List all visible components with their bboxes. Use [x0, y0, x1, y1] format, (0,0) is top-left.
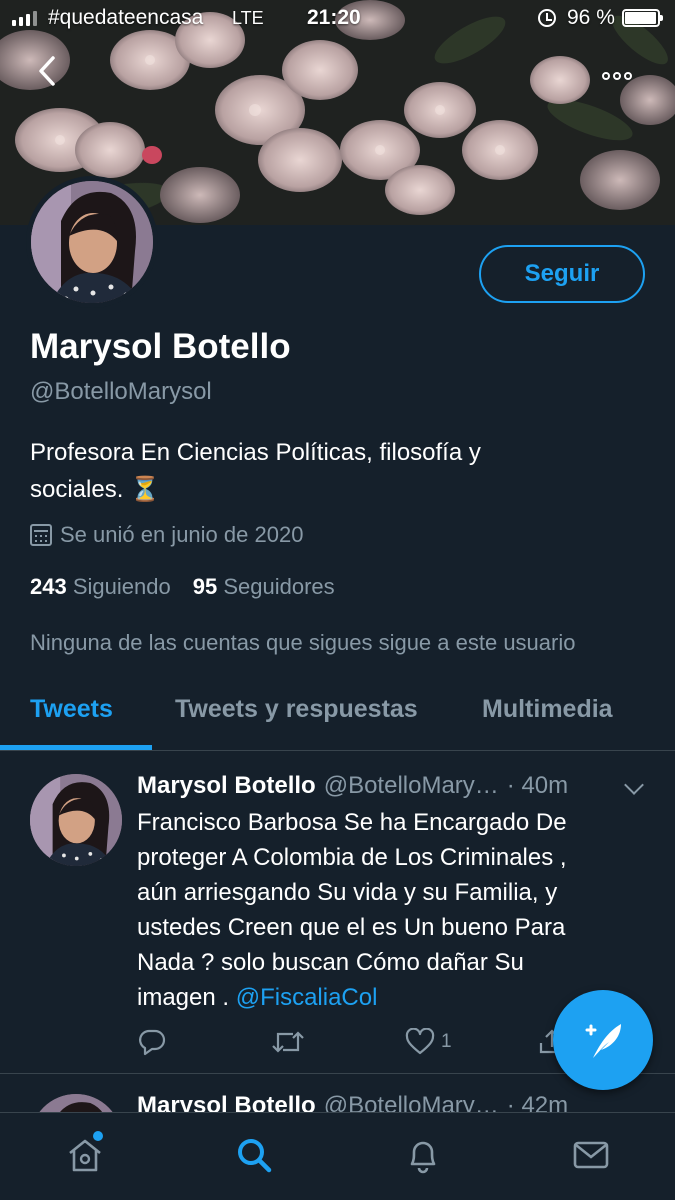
profile-bio: Profesora En Ciencias Políticas, filosof… [30, 434, 630, 508]
tweet-text-line: Francisco Barbosa Se ha Encargado De [137, 809, 567, 836]
calendar-icon [30, 524, 52, 546]
tweet-text-line: Nada ? solo buscan Cómo dañar Su [137, 949, 524, 976]
network-type: LTE [232, 8, 264, 28]
avatar-photo [30, 774, 122, 866]
tweet-mention-link[interactable]: @FiscaliaCol [236, 984, 378, 1011]
tweet-header: Marysol Botello @BotelloMary… · 40m [137, 772, 657, 800]
profile-avatar[interactable] [26, 176, 158, 308]
bottom-navigation [0, 1112, 675, 1200]
nav-search[interactable] [232, 1133, 276, 1177]
more-options-button[interactable] [594, 58, 640, 94]
battery-icon [622, 9, 663, 27]
home-icon [69, 1139, 101, 1172]
tweet-author-handle: @BotelloMary… [323, 1092, 499, 1114]
tweet-text-line: aún arriesgando Su vida y su Familia, y [137, 879, 558, 906]
compose-feather-icon [585, 1024, 621, 1058]
retweet-button[interactable] [271, 1024, 305, 1060]
tweet-timestamp: · 42m [506, 1092, 569, 1114]
follow-button[interactable]: Seguir [479, 245, 645, 303]
heart-icon [405, 1028, 435, 1055]
tab-tweets[interactable]: Tweets [30, 695, 113, 724]
bio-line: Profesora En Ciencias Políticas, filosof… [30, 439, 481, 466]
joined-date: Se unió en junio de 2020 [30, 522, 303, 548]
tweet-header: Marysol Botello @BotelloMary… · 42m [137, 1092, 657, 1114]
following-count: 243 [30, 574, 67, 599]
joined-text: Se unió en junio de 2020 [60, 522, 304, 547]
status-bar: #quedateencasa LTE 21:20 96 % [0, 0, 675, 36]
profile-name: Marysol Botello [30, 327, 291, 366]
signal-icon [12, 10, 37, 26]
followers-label: Seguidores [223, 574, 335, 599]
tweet-text: Francisco Barbosa Se ha Encargado De pro… [137, 805, 647, 1015]
alarm-icon [538, 9, 556, 27]
follow-stats: 243 Siguiendo 95 Seguidores [30, 574, 349, 600]
compose-tweet-button[interactable] [553, 990, 653, 1090]
tweet-author-name[interactable]: Marysol Botello [137, 1092, 316, 1114]
tweet-text-line: imagen . [137, 984, 236, 1011]
following-label: Siguiendo [72, 574, 171, 599]
tweet-avatar[interactable] [30, 774, 122, 866]
avatar-photo [31, 181, 153, 303]
profile-tabs: Tweets Tweets y respuestas Multimedia [0, 675, 675, 751]
back-button[interactable] [36, 55, 80, 99]
notification-dot [93, 1131, 103, 1141]
like-button[interactable]: 1 [405, 1024, 452, 1060]
bell-icon [410, 1141, 436, 1174]
tweet-text-line: proteger A Colombia de Los Criminales , [137, 844, 567, 871]
nav-notifications[interactable] [401, 1133, 445, 1177]
followers-link[interactable]: 95 Seguidores [193, 574, 349, 600]
tweet-timestamp: · 40m [506, 772, 569, 799]
retweet-icon [272, 1031, 304, 1053]
reply-icon [139, 1029, 166, 1056]
carrier-name: #quedateencasa [48, 6, 204, 29]
like-count: 1 [441, 1031, 452, 1052]
clock-time: 21:20 [307, 6, 361, 29]
chevron-left-icon [39, 56, 55, 86]
search-icon [238, 1139, 272, 1173]
tab-tweets-and-replies[interactable]: Tweets y respuestas [175, 695, 418, 724]
avatar-photo [30, 1094, 122, 1114]
tweet-author-handle: @BotelloMary… [323, 772, 499, 799]
tweet-author-name[interactable]: Marysol Botello [137, 772, 316, 800]
bio-line: sociales. ⏳ [30, 476, 160, 503]
active-tab-indicator [0, 745, 152, 750]
reply-button[interactable] [137, 1024, 167, 1060]
mutual-followers-note: Ninguna de las cuentas que sigues sigue … [30, 630, 576, 655]
following-link[interactable]: 243 Siguiendo [30, 574, 185, 600]
battery-percent: 96 % [567, 6, 615, 29]
tweet-text-line: ustedes Creen que el es Un bueno Para [137, 914, 566, 941]
followers-count: 95 [192, 574, 218, 599]
tab-media[interactable]: Multimedia [482, 695, 613, 724]
tweet-actions: 1 [137, 1024, 565, 1060]
more-horizontal-icon [602, 72, 610, 80]
mail-icon [573, 1141, 609, 1169]
tweet-avatar[interactable] [30, 1094, 122, 1114]
profile-handle: @BotelloMarysol [30, 378, 212, 405]
nav-messages[interactable] [569, 1133, 613, 1177]
